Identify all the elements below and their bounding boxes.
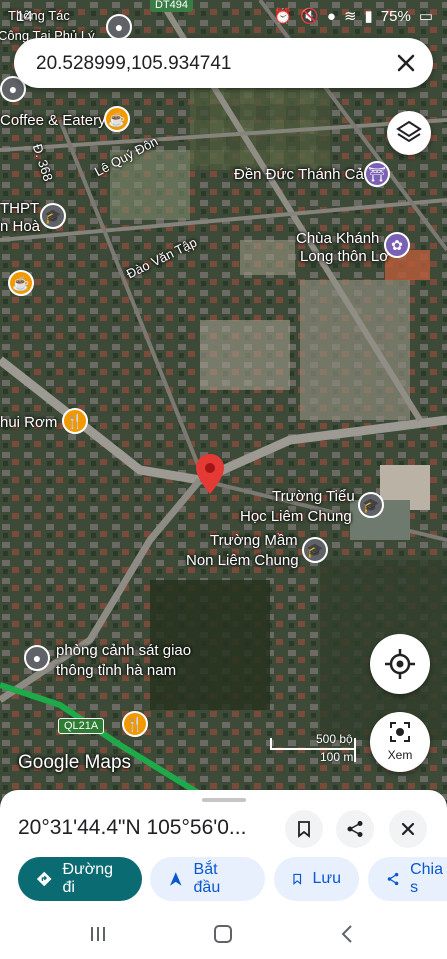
signal-icon: ▮: [364, 8, 373, 25]
school-icon[interactable]: 🎓: [40, 203, 66, 229]
school-icon[interactable]: 🎓: [302, 537, 328, 563]
alarm-icon: ⏰: [273, 8, 293, 25]
navigation-arrow-icon: [169, 872, 182, 886]
save-chip[interactable]: Lưu: [274, 857, 359, 901]
map-label-tieu-hoc-2: Học Liêm Chung: [240, 508, 352, 525]
close-icon[interactable]: [393, 50, 419, 76]
cafe-icon[interactable]: ☕: [8, 270, 34, 296]
google-maps-logo: Google Maps: [18, 752, 132, 773]
bookmark-button[interactable]: [285, 810, 323, 848]
map-label-csgt: phòng cảnh sát giao: [56, 642, 192, 659]
map-label-thpt-2: n Hoà: [0, 218, 41, 235]
bookmark-icon: [293, 873, 302, 885]
share-chip[interactable]: Chia s: [368, 857, 447, 901]
battery-level: 75%: [380, 7, 411, 25]
share-button[interactable]: [336, 810, 374, 848]
system-nav-bar: [0, 912, 447, 959]
map-label-thpt: THPT: [0, 200, 40, 217]
map-label-rom: hui Rơm: [0, 414, 58, 431]
street-view-button[interactable]: Xem: [370, 712, 430, 772]
directions-icon: [36, 871, 52, 887]
place-coordinates: 20°31'44.4"N 105°56'0...: [18, 816, 247, 839]
close-icon: [401, 822, 415, 836]
street-view-label: Xem: [387, 748, 413, 762]
restaurant-icon[interactable]: 🍴: [62, 408, 88, 434]
scale-bar: 500 bộ 100 m: [270, 732, 356, 764]
share-icon: [387, 872, 399, 886]
start-chip[interactable]: Bắt đầu: [150, 857, 265, 901]
map-label-mam-non: Trường Mầm: [210, 532, 298, 549]
start-label: Bắt đầu: [193, 861, 221, 896]
scale-m: 100 m: [320, 750, 354, 764]
pagoda-icon[interactable]: ✿: [384, 232, 410, 258]
scale-ft: 500 bộ: [316, 732, 353, 746]
bookmark-icon: [298, 821, 310, 838]
search-bar[interactable]: [14, 38, 433, 88]
recents-icon[interactable]: [88, 924, 108, 944]
drag-handle[interactable]: [202, 798, 246, 802]
close-button[interactable]: [389, 810, 427, 848]
share-icon: [347, 821, 363, 837]
save-label: Lưu: [312, 870, 341, 887]
map-label-tieu-hoc: Trường Tiểu: [272, 488, 355, 505]
crosshair-icon: [385, 649, 415, 679]
map-label-chua-khanh: Chùa Khánh: [296, 230, 380, 247]
share-label: Chia s: [410, 861, 443, 896]
home-icon[interactable]: [212, 923, 234, 945]
restaurant-icon[interactable]: 🍴: [122, 711, 148, 737]
location-icon: ●: [326, 7, 336, 25]
map-label-coffee: Coffee & Eatery: [0, 112, 106, 129]
layers-icon: [396, 120, 422, 143]
dropped-pin-icon[interactable]: [196, 454, 224, 494]
school-icon[interactable]: 🎓: [358, 492, 384, 518]
search-input[interactable]: [34, 50, 378, 78]
map-pin-icon[interactable]: ●: [24, 645, 50, 671]
road-shield-ql21a: QL21A: [58, 718, 105, 734]
battery-icon: ▭: [418, 8, 433, 25]
directions-chip[interactable]: Đường đi: [18, 857, 142, 901]
street-view-icon: [390, 722, 410, 742]
map-label-csgt-2: thông tỉnh hà nam: [56, 662, 177, 679]
mute-icon: 🔇: [300, 8, 319, 25]
status-bar: 14 ⏰ 🔇 ● ≋ ▮ 75% ▭: [0, 0, 447, 34]
wifi-icon: ≋: [343, 8, 357, 25]
back-icon[interactable]: [338, 924, 358, 944]
status-time: 14: [16, 8, 33, 25]
directions-label: Đường đi: [62, 861, 113, 896]
layers-button[interactable]: [387, 111, 431, 155]
temple-icon[interactable]: ⛩: [364, 161, 390, 187]
map-label-chua-khanh-2: Long thôn Lơ: [300, 248, 390, 265]
map-label-den-duc-thanh-ca: Đền Đức Thánh Cả: [234, 166, 364, 183]
map-label-mam-non-2: Non Liêm Chung: [186, 552, 299, 569]
cafe-icon[interactable]: ☕: [104, 106, 130, 132]
my-location-button[interactable]: [370, 634, 430, 694]
